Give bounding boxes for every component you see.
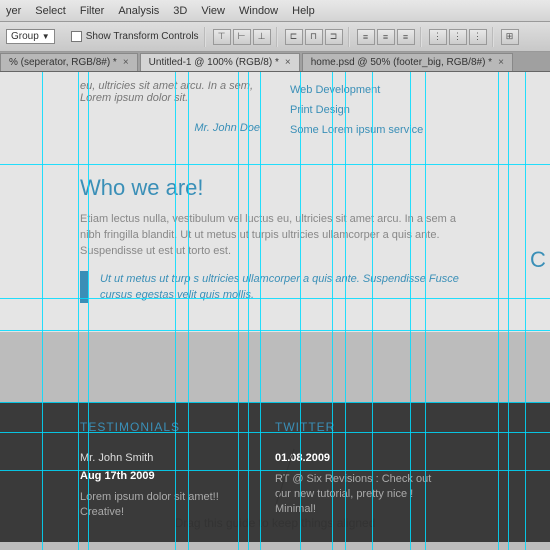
align-icon[interactable]: ⊤ bbox=[213, 29, 231, 45]
guide-vertical[interactable] bbox=[42, 72, 43, 550]
close-icon[interactable]: × bbox=[123, 57, 129, 68]
guide-vertical[interactable] bbox=[300, 72, 301, 550]
menu-3d[interactable]: 3D bbox=[173, 5, 187, 17]
distribute-icon[interactable]: ≡ bbox=[397, 29, 415, 45]
guide-vertical[interactable] bbox=[175, 72, 176, 550]
guide-vertical[interactable] bbox=[525, 72, 526, 550]
transform-checkbox[interactable] bbox=[71, 31, 82, 42]
guide-vertical[interactable] bbox=[78, 72, 79, 550]
distribute-icon[interactable]: ≡ bbox=[357, 29, 375, 45]
services-list: Web Development Print Design Some Lorem … bbox=[290, 80, 470, 140]
distribute-icon[interactable]: ≡ bbox=[377, 29, 395, 45]
guide-vertical[interactable] bbox=[372, 72, 373, 550]
separator bbox=[420, 27, 422, 47]
menu-view[interactable]: View bbox=[201, 5, 225, 17]
chevron-down-icon: ▼ bbox=[42, 32, 50, 41]
distribute-icon[interactable]: ⋮ bbox=[429, 29, 447, 45]
distribute-icon[interactable]: ⋮ bbox=[449, 29, 467, 45]
align-icon[interactable]: ⊓ bbox=[305, 29, 323, 45]
guide-horizontal[interactable] bbox=[0, 432, 550, 433]
service-item: Web Development bbox=[290, 80, 470, 100]
menu-help[interactable]: Help bbox=[292, 5, 315, 17]
separator bbox=[276, 27, 278, 47]
guide-vertical[interactable] bbox=[238, 72, 239, 550]
author-name: Mr. John Doe bbox=[80, 122, 260, 134]
menu-window[interactable]: Window bbox=[239, 5, 278, 17]
guide-vertical[interactable] bbox=[248, 72, 249, 550]
guide-vertical[interactable] bbox=[410, 72, 411, 550]
who-section: Who we are! Etiam lectus nulla, vestibul… bbox=[80, 175, 470, 303]
document-tab[interactable]: home.psd @ 50% (footer_big, RGB/8#) *× bbox=[302, 53, 513, 71]
align-icon[interactable]: ⊏ bbox=[285, 29, 303, 45]
document-tab[interactable]: % (seperator, RGB/8#) *× bbox=[0, 53, 138, 71]
document-tab[interactable]: Untitled-1 @ 100% (RGB/8) *× bbox=[140, 53, 300, 71]
guide-vertical[interactable] bbox=[425, 72, 426, 550]
distribute-icon[interactable]: ⋮ bbox=[469, 29, 487, 45]
section-body: Etiam lectus nulla, vestibulum vel luctu… bbox=[80, 211, 470, 259]
annotation-text: Drag this guide to keep things aligned bbox=[0, 516, 550, 530]
guide-vertical[interactable] bbox=[260, 72, 261, 550]
section-title: Who we are! bbox=[80, 175, 470, 201]
testimonial-name: Mr. John Smith bbox=[80, 452, 245, 464]
document-tabs: % (seperator, RGB/8#) *× Untitled-1 @ 10… bbox=[0, 52, 550, 72]
close-icon[interactable]: × bbox=[498, 57, 504, 68]
guide-vertical[interactable] bbox=[498, 72, 499, 550]
align-icon[interactable]: ⊢ bbox=[233, 29, 251, 45]
align-icon[interactable]: ⊐ bbox=[325, 29, 343, 45]
close-icon[interactable]: × bbox=[285, 57, 291, 68]
testimonial-date: Aug 17th 2009 bbox=[80, 470, 245, 482]
guide-vertical[interactable] bbox=[188, 72, 189, 550]
transform-label: Show Transform Controls bbox=[86, 31, 199, 42]
menu-bar: yer Select Filter Analysis 3D View Windo… bbox=[0, 0, 550, 22]
guide-horizontal[interactable] bbox=[0, 298, 550, 299]
guide-horizontal[interactable] bbox=[0, 330, 550, 331]
page-content: eu, ultricies sit amet arcu. In a sem, L… bbox=[0, 72, 550, 332]
intro-text: eu, ultricies sit amet arcu. In a sem, L… bbox=[80, 80, 260, 104]
guide-horizontal[interactable] bbox=[0, 164, 550, 165]
auto-align-icon[interactable]: ⊞ bbox=[501, 29, 519, 45]
service-item: Print Design bbox=[290, 100, 470, 120]
guide-vertical[interactable] bbox=[332, 72, 333, 550]
separator bbox=[204, 27, 206, 47]
service-item: Some Lorem ipsum service bbox=[290, 120, 470, 140]
menu-filter[interactable]: Filter bbox=[80, 5, 104, 17]
separator bbox=[492, 27, 494, 47]
guide-vertical[interactable] bbox=[345, 72, 346, 550]
guide-horizontal[interactable] bbox=[0, 402, 550, 403]
menu-select[interactable]: Select bbox=[35, 5, 66, 17]
guide-horizontal[interactable] bbox=[0, 470, 550, 471]
separator bbox=[348, 27, 350, 47]
guide-vertical[interactable] bbox=[88, 72, 89, 550]
group-select[interactable]: Group▼ bbox=[6, 29, 55, 44]
side-column: C bbox=[530, 247, 550, 273]
options-bar: Group▼ Show Transform Controls ⊤ ⊢ ⊥ ⊏ ⊓… bbox=[0, 22, 550, 52]
menu-layer[interactable]: yer bbox=[6, 5, 21, 17]
align-icon[interactable]: ⊥ bbox=[253, 29, 271, 45]
menu-analysis[interactable]: Analysis bbox=[118, 5, 159, 17]
footer-testimonials: TESTIMONIALS Mr. John Smith Aug 17th 200… bbox=[80, 420, 275, 524]
canvas-area[interactable]: eu, ultricies sit amet arcu. In a sem, L… bbox=[0, 72, 550, 550]
guide-vertical[interactable] bbox=[508, 72, 509, 550]
